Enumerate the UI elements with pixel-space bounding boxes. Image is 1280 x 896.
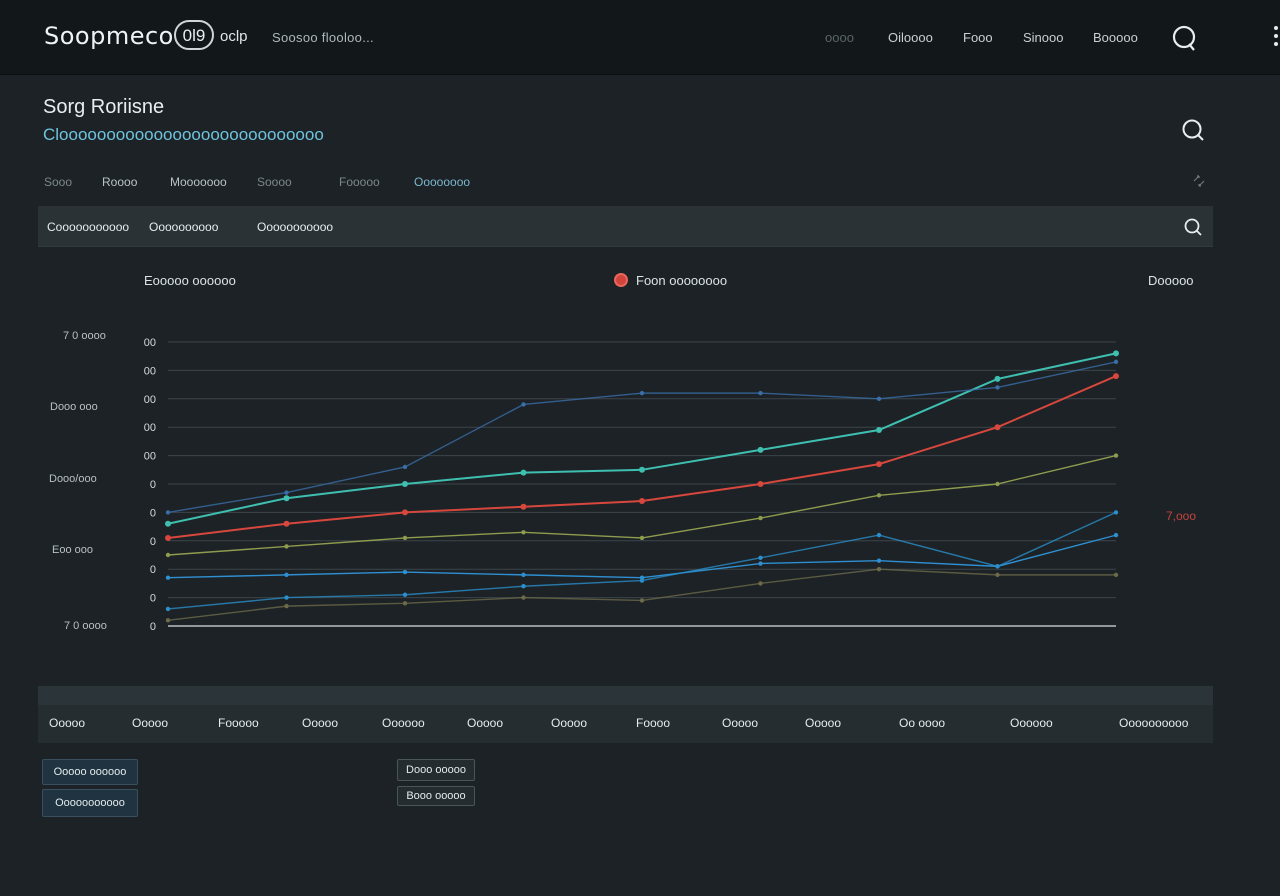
column-12[interactable]: Oooooo: [1010, 716, 1053, 730]
left-button-2[interactable]: Ooooooooooo: [42, 789, 138, 817]
column-10[interactable]: Ooooo: [805, 716, 841, 730]
data-point: [283, 495, 290, 502]
data-point: [521, 402, 526, 407]
data-point: [1113, 532, 1119, 538]
data-point: [165, 534, 171, 541]
y-tick-label: 00: [144, 337, 156, 349]
data-point: [758, 581, 763, 586]
y-tick-label: 00: [144, 422, 156, 434]
data-point: [758, 515, 763, 521]
data-point: [284, 544, 289, 549]
data-point: [1113, 359, 1119, 365]
data-point: [284, 603, 289, 609]
data-point: [165, 575, 171, 580]
data-point: [876, 558, 882, 563]
data-point: [639, 498, 645, 505]
column-8[interactable]: Foooo: [636, 716, 670, 730]
data-point: [758, 390, 763, 396]
data-point: [521, 530, 526, 535]
data-point: [402, 535, 408, 541]
data-point: [995, 481, 1000, 487]
data-point: [520, 503, 527, 510]
data-point: [165, 606, 171, 612]
data-point: [995, 572, 1000, 578]
middle-button-1[interactable]: Dooo ooooo: [397, 759, 475, 781]
data-point: [520, 469, 527, 476]
y-tick-label: 0: [150, 593, 156, 605]
data-point: [521, 572, 526, 578]
data-point: [165, 510, 171, 515]
y-tick-label: 00: [144, 394, 156, 406]
data-point: [165, 520, 171, 527]
data-point: [1113, 350, 1119, 357]
data-point: [994, 375, 1001, 382]
data-point: [639, 466, 645, 473]
data-point: [402, 569, 408, 575]
data-point: [876, 461, 882, 468]
column-13[interactable]: Oooooooooo: [1119, 716, 1188, 730]
data-point: [402, 601, 408, 606]
series-line-4: [167, 534, 1117, 579]
column-11[interactable]: Oo oooo: [899, 716, 945, 730]
data-point: [876, 396, 882, 401]
y-tick-label: 0: [150, 621, 156, 633]
data-point: [521, 595, 526, 600]
data-point: [165, 618, 171, 623]
data-point: [758, 561, 763, 566]
line-chart: 0000000000000000: [144, 337, 1119, 633]
data-point: [876, 493, 882, 498]
data-point: [1113, 510, 1119, 515]
series-line-2: [167, 375, 1117, 539]
data-point: [876, 427, 882, 434]
column-6[interactable]: Ooooo: [467, 716, 503, 730]
data-point: [639, 598, 645, 603]
y-tick-label: 00: [144, 451, 156, 463]
data-point: [284, 572, 289, 578]
data-point: [284, 490, 289, 495]
data-point: [639, 578, 645, 583]
data-point: [283, 520, 290, 527]
column-5[interactable]: Oooooo: [382, 716, 425, 730]
data-point: [402, 592, 408, 597]
column-7[interactable]: Ooooo: [551, 716, 587, 730]
data-point: [995, 385, 1000, 390]
data-point: [758, 555, 763, 561]
column-1[interactable]: Ooooo: [49, 716, 85, 730]
y-tick-label: 0: [150, 507, 156, 519]
middle-button-2[interactable]: Booo ooooo: [397, 786, 475, 806]
data-point: [521, 584, 526, 589]
column-2[interactable]: Ooooo: [132, 716, 168, 730]
column-9[interactable]: Ooooo: [722, 716, 758, 730]
data-point: [995, 564, 1000, 569]
data-point: [757, 481, 764, 487]
data-point: [1113, 373, 1119, 380]
data-point: [994, 424, 1001, 431]
y-tick-label: 0: [150, 564, 156, 576]
data-point: [757, 446, 764, 453]
data-point: [402, 509, 408, 516]
data-point: [639, 390, 645, 396]
column-header-bar: [38, 686, 1213, 743]
column-3[interactable]: Fooooo: [218, 716, 259, 730]
series-line-5: [167, 361, 1117, 514]
y-tick-label: 00: [144, 365, 156, 377]
data-point: [402, 481, 408, 487]
y-tick-label: 0: [150, 536, 156, 548]
y-tick-label: 0: [150, 479, 156, 491]
data-point: [1113, 453, 1119, 458]
series-line-6: [167, 511, 1117, 610]
data-point: [402, 464, 408, 470]
data-point: [876, 567, 882, 572]
data-point: [1113, 572, 1119, 578]
left-button-1[interactable]: Ooooo oooooo: [42, 759, 138, 785]
data-point: [639, 535, 645, 541]
data-point: [165, 552, 171, 558]
data-point: [876, 532, 882, 538]
data-point: [284, 595, 289, 600]
column-4[interactable]: Ooooo: [302, 716, 338, 730]
